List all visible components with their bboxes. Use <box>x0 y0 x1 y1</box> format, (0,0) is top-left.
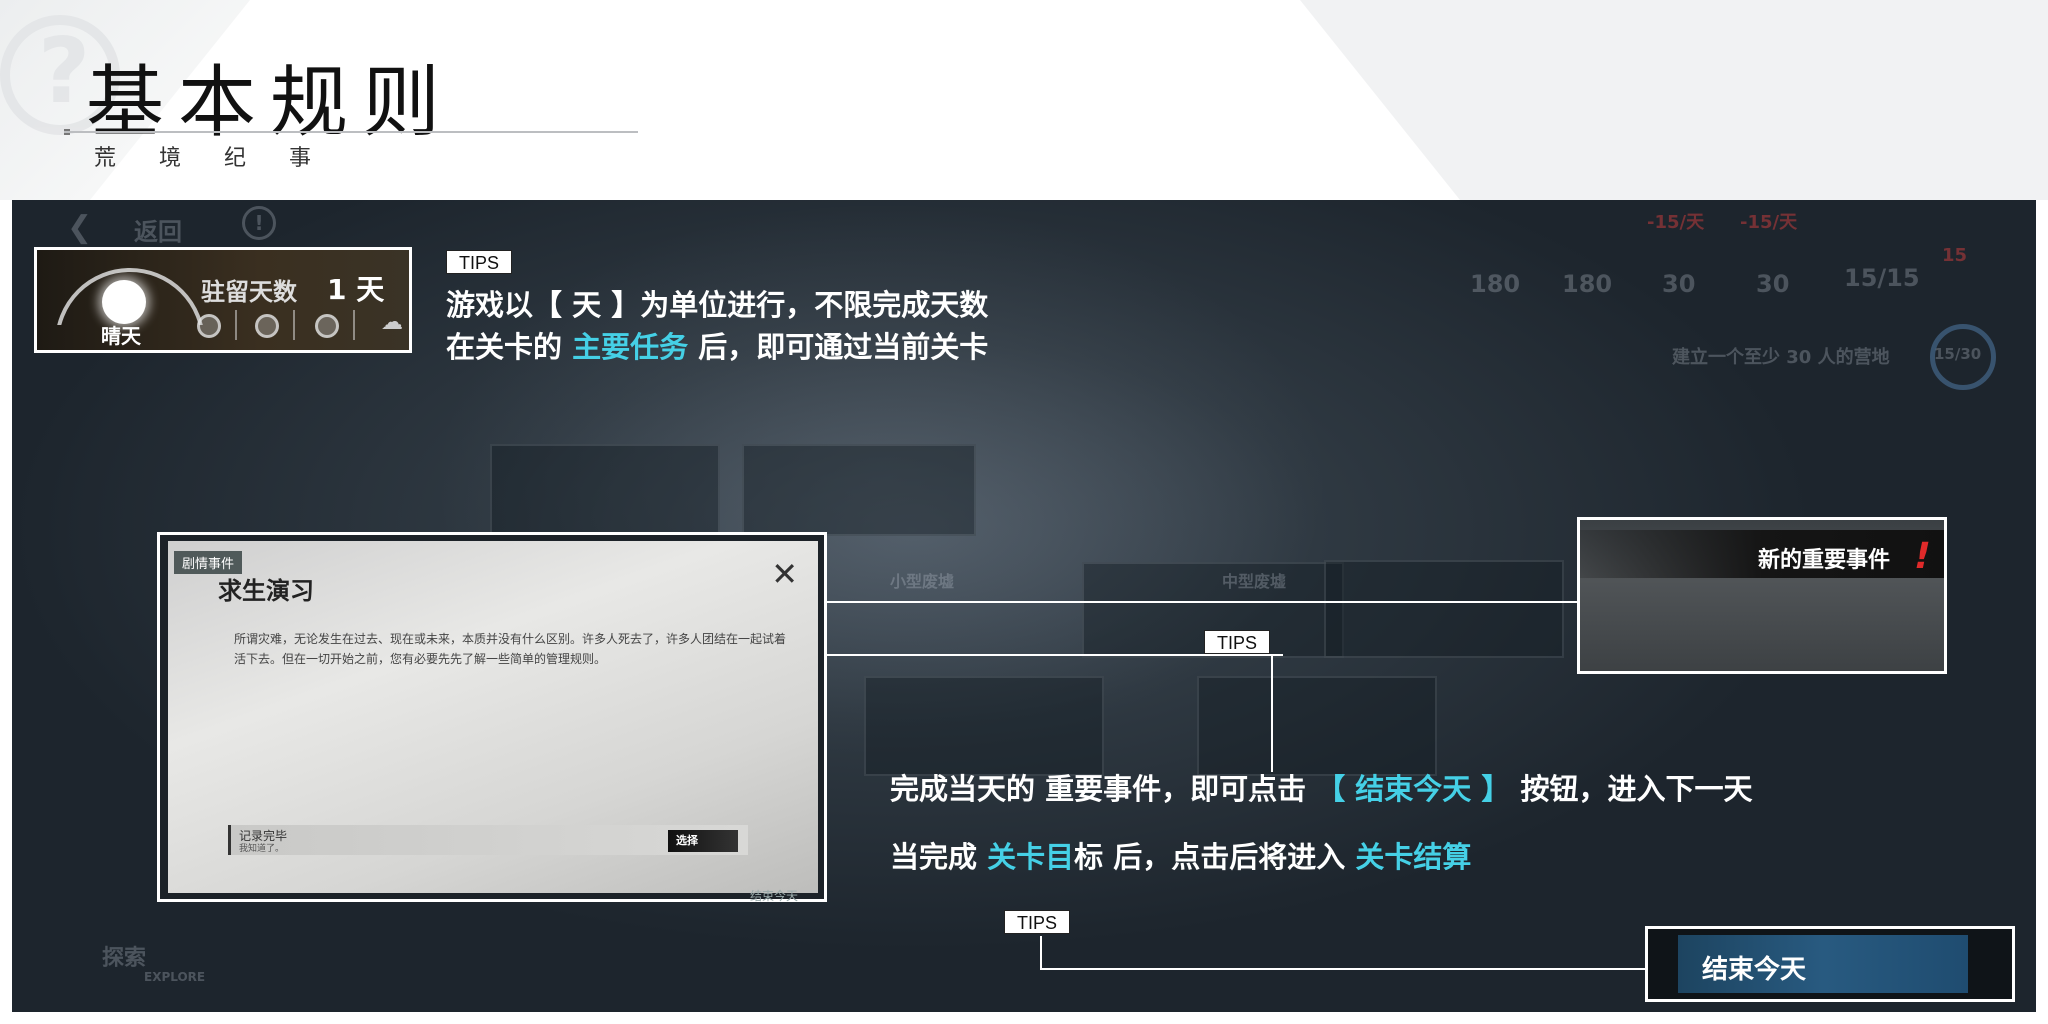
choice-subtitle: 我知道了。 <box>239 844 285 854</box>
tips-tag: TIPS <box>446 250 513 274</box>
end-day-label-faint: 结束今天 <box>750 889 799 903</box>
resource-value: 30 <box>1662 270 1696 298</box>
end-day-button[interactable]: 结束今天 <box>1678 935 1968 993</box>
slide: 基本规则 荒 境 纪 事 ❮ 返回 ! -15/天 -15/天 180 180 … <box>0 0 2048 1024</box>
resource-rate: -15/天 <box>1647 212 1705 233</box>
weather-forecast-icon <box>197 314 221 338</box>
page-title: 基本规则 <box>86 58 455 148</box>
map-tile[interactable] <box>1197 676 1437 776</box>
tips-tag: TIPS <box>1204 630 1271 654</box>
tip-text-part: 在关卡的 <box>446 330 573 364</box>
callout-line <box>1040 936 1042 970</box>
days-value: 1 天 <box>327 273 385 306</box>
callout-line <box>827 601 1579 603</box>
back-chevron-icon[interactable]: ❮ <box>67 210 92 245</box>
tip-text-part: 当完成 <box>890 840 988 874</box>
resource-value: 30 <box>1756 270 1790 298</box>
map-tile[interactable] <box>742 444 976 536</box>
tip-text-part: 完成当天的 重要事件，即可点击 <box>890 772 1317 806</box>
explore-sub: EXPLORE <box>144 970 206 984</box>
tip-text-part: 后，即可通过当前关卡 <box>688 330 989 364</box>
divider <box>293 310 295 340</box>
info-icon[interactable]: ! <box>242 206 276 240</box>
callout-line <box>1040 968 1647 970</box>
event-title: 求生演习 <box>218 577 314 605</box>
sun-icon <box>102 280 146 324</box>
end-day-label: 结束今天 <box>1702 955 1807 985</box>
close-icon[interactable]: ✕ <box>771 555 798 593</box>
back-button[interactable]: 返回 <box>134 212 182 247</box>
weather-days-panel: 晴天 驻留天数 1 天 ☁ <box>34 247 412 353</box>
header-decoration-right <box>1300 0 2048 200</box>
important-event-label: 新的重要事件 <box>1757 548 1890 573</box>
weather-forecast-icon <box>315 314 339 338</box>
map-tile[interactable] <box>1324 560 1564 658</box>
page-subtitle: 荒 境 纪 事 <box>94 146 329 171</box>
event-window-screenshot: 剧情事件 求生演习 ✕ 所谓灾难，无论发生在过去、现在或未来，本质并没有什么区别… <box>157 532 827 903</box>
tip-text: 游戏以【 天 】为单位进行，不限完成天数 <box>446 288 989 322</box>
tip-highlight: 【 结束今天 】 <box>1316 772 1511 806</box>
storm-icon: ☁ <box>381 310 403 335</box>
divider <box>235 310 237 340</box>
choose-button[interactable]: 选择 <box>668 830 738 852</box>
map-tile[interactable] <box>864 676 1104 776</box>
tip-text: 完成当天的 重要事件，即可点击 【 结束今天 】 按钮，进入下一天 <box>890 766 1753 808</box>
callout-line <box>827 654 1283 656</box>
important-event-screenshot: 新的重要事件 ! <box>1577 517 1947 674</box>
title-underline <box>64 131 638 133</box>
tip-text: 当完成 关卡目标 后，点击后将进入 关卡结算 <box>890 834 1471 876</box>
objective-progress: 15/30 <box>1934 345 1982 363</box>
tip-highlight: 主要任务 <box>572 330 689 364</box>
tip-text-part: 标 后，点击后将进入 <box>1074 840 1356 874</box>
tip-text: 在关卡的 主要任务 后，即可通过当前关卡 <box>446 324 988 366</box>
tip-highlight: 关卡目 <box>987 840 1075 874</box>
objective-text: 建立一个至少 30 人的营地 <box>1672 347 1890 368</box>
divider <box>353 310 355 340</box>
map-label: 小型废墟 <box>890 572 955 591</box>
tip-highlight: 关卡结算 <box>1355 840 1472 874</box>
event-body: 所谓灾难，无论发生在过去、现在或未来，本质并没有什么区别。许多人死去了，许多人团… <box>234 632 787 666</box>
weather-forecast-icon <box>255 314 279 338</box>
explore-button[interactable]: 探索 <box>102 940 146 972</box>
map-tile[interactable] <box>490 444 720 536</box>
resource-value: 180 <box>1470 270 1521 298</box>
event-choice-row[interactable]: 记录完毕 我知道了。 选择 <box>228 825 748 855</box>
days-label: 驻留天数 <box>201 278 297 306</box>
weather-label: 晴天 <box>101 324 141 348</box>
end-day-screenshot: 结束今天 <box>1645 926 2015 1002</box>
event-paper: 剧情事件 求生演习 ✕ 所谓灾难，无论发生在过去、现在或未来，本质并没有什么区别… <box>168 541 818 893</box>
resource-rate: -15/天 <box>1740 212 1798 233</box>
resource-value: 180 <box>1562 270 1613 298</box>
map-label: 中型废墟 <box>1222 572 1287 591</box>
tips-tag: TIPS <box>1004 910 1071 934</box>
tip-text-part: 按钮，进入下一天 <box>1510 772 1753 806</box>
game-screenshot: ❮ 返回 ! -15/天 -15/天 180 180 30 30 15/15 1… <box>12 200 2036 1012</box>
population-flag: 15 <box>1942 245 1968 266</box>
callout-line <box>1271 654 1273 772</box>
population-value: 15/15 <box>1844 264 1920 292</box>
